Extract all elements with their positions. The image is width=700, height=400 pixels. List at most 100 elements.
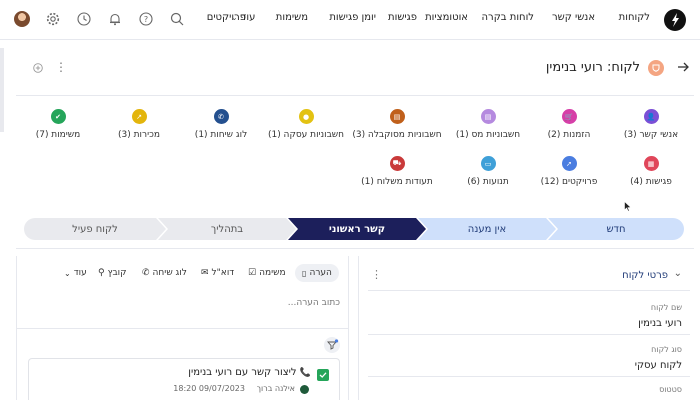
- stage-first-contact[interactable]: קשר ראשוני: [288, 218, 426, 240]
- help-icon[interactable]: ?: [139, 12, 153, 26]
- activity-item-title: ליצור קשר עם רועי בנימין 📞: [188, 367, 311, 378]
- mouse-cursor: [624, 201, 632, 212]
- mail-icon: ✉: [201, 268, 209, 278]
- tile-icon: ⛟: [389, 156, 405, 171]
- tile-icon: ✔: [50, 109, 66, 124]
- tile-label: חשבוניות מס (1): [455, 130, 521, 140]
- tile-label: פרויקטים (12): [540, 177, 598, 187]
- chevron-down-icon: ⌄: [64, 268, 71, 278]
- arrow-back-icon[interactable]: [676, 60, 690, 74]
- tile-label: חשבוניות עסקה (1): [267, 130, 345, 140]
- tile-icon: ▤: [480, 109, 496, 124]
- nav-dashboards[interactable]: לוחות בקרה: [482, 12, 534, 23]
- tile-icon: ▤: [389, 109, 405, 124]
- tile-icon: ➚: [561, 156, 577, 171]
- related-tile[interactable]: ● חשבוניות עסקה (1): [261, 109, 351, 140]
- tile-label: חשבוניות מסוקבלה (3): [352, 130, 442, 140]
- phone-icon: 📞: [299, 368, 311, 378]
- avatar[interactable]: [14, 11, 30, 27]
- tile-icon: ●: [298, 109, 314, 124]
- nav-meetings[interactable]: פגישות: [388, 12, 417, 23]
- field-label-type: סוג לקוח: [651, 345, 682, 354]
- search-icon[interactable]: [170, 12, 184, 26]
- record-header: לקוח: רועי בנימין ⋮: [16, 48, 694, 96]
- field-divider: [368, 334, 690, 335]
- tile-label: אנשי קשר (3): [623, 130, 679, 140]
- related-tile[interactable]: 👤 אנשי קשר (3): [606, 109, 696, 140]
- related-tile[interactable]: ✔ משימות (7): [13, 109, 103, 140]
- activity-author: אילנה ברוך: [256, 384, 295, 393]
- more-options-icon[interactable]: ⋮: [55, 60, 67, 74]
- task-checkbox[interactable]: [317, 369, 329, 381]
- customer-type-icon: [648, 60, 664, 76]
- related-tile[interactable]: ↗ מכירות (3): [94, 109, 184, 140]
- stage-in-progress[interactable]: בתהליך: [158, 218, 296, 240]
- field-divider: [368, 376, 690, 377]
- checkbox-icon: ☑: [248, 268, 257, 278]
- note-input[interactable]: [28, 294, 340, 312]
- related-tile[interactable]: ▭ תנועות (6): [443, 156, 533, 187]
- tile-icon: ▭: [480, 156, 496, 171]
- section-divider: [16, 248, 694, 249]
- tab-file[interactable]: ⚲ קובץ: [98, 264, 127, 282]
- stage-active-customer[interactable]: לקוח פעיל: [24, 218, 166, 240]
- field-value-name[interactable]: רועי בנימין: [638, 318, 682, 329]
- bell-icon[interactable]: [108, 12, 122, 26]
- tile-label: תנועות (6): [467, 177, 509, 187]
- tile-label: הזמנות (2): [547, 130, 591, 140]
- stage-new[interactable]: חדש: [548, 218, 684, 240]
- details-title: פרטי לקוח: [622, 270, 668, 281]
- activity-item[interactable]: ליצור קשר עם רועי בנימין 📞 אילנה ברוך 18…: [28, 358, 340, 400]
- nav-meetings-calendar[interactable]: יומן פגישות: [329, 12, 376, 23]
- tile-icon: ↗: [131, 109, 147, 124]
- gear-icon[interactable]: [46, 12, 60, 26]
- tile-label: לוג שיחות (1): [194, 130, 248, 140]
- tile-label: תעודות משלוח (1): [361, 177, 433, 187]
- tile-icon: ▦: [643, 156, 659, 171]
- related-tile[interactable]: ▦ פגישות (4): [606, 156, 696, 187]
- more-options-icon[interactable]: ⋮: [371, 268, 382, 281]
- filter-icon: [327, 339, 339, 350]
- related-tile[interactable]: 🛒 הזמנות (2): [524, 109, 614, 140]
- field-value-type[interactable]: לקוח עסקי: [635, 360, 682, 371]
- tile-label: פגישות (4): [630, 177, 672, 187]
- details-divider: [368, 290, 690, 291]
- bookmark-icon: ▯: [302, 268, 307, 278]
- page-title: לקוח: רועי בנימין: [545, 60, 640, 75]
- activity-panel-border: [348, 256, 349, 400]
- nav-customers[interactable]: לקוחות: [619, 12, 650, 23]
- nav-tasks[interactable]: משימות: [276, 12, 308, 23]
- tab-more[interactable]: ⌄ עוד: [64, 264, 87, 282]
- top-navigation-bar: לקוחות אנשי קשר לוחות בקרה אוטומציות פגי…: [0, 0, 700, 40]
- author-avatar: [300, 385, 309, 394]
- related-tile[interactable]: ⛟ תעודות משלוח (1): [352, 156, 442, 187]
- nav-more[interactable]: ⌄ עוד: [231, 12, 255, 23]
- details-panel-border: [358, 256, 359, 400]
- paperclip-icon: ⚲: [98, 268, 105, 278]
- nav-automations[interactable]: אוטומציות: [425, 12, 468, 23]
- svg-text:?: ?: [144, 15, 148, 24]
- tab-email[interactable]: ✉ דוא"ל: [201, 264, 234, 282]
- field-label-status: סטטוס: [659, 385, 682, 394]
- filter-button[interactable]: [324, 337, 340, 353]
- add-icon[interactable]: [33, 63, 43, 73]
- chevron-down-icon: ⌄: [231, 13, 238, 22]
- activity-time: 18:20 09/07/2023: [173, 384, 245, 393]
- nav-contacts[interactable]: אנשי קשר: [552, 12, 595, 23]
- tab-task[interactable]: ☑ משימה: [248, 264, 286, 282]
- left-scroll-strip: [0, 48, 4, 132]
- tile-label: מכירות (3): [118, 130, 160, 140]
- stage-no-answer[interactable]: אין מענה: [418, 218, 556, 240]
- activity-divider: [16, 328, 348, 329]
- chevron-down-icon[interactable]: ⌄: [674, 268, 682, 279]
- related-tile[interactable]: ➚ פרויקטים (12): [524, 156, 614, 187]
- related-tile[interactable]: ✆ לוג שיחות (1): [176, 109, 266, 140]
- app-logo[interactable]: [664, 9, 686, 31]
- related-tile[interactable]: ▤ חשבוניות מס (1): [443, 109, 533, 140]
- tile-label: משימות (7): [35, 130, 81, 140]
- tab-call-log[interactable]: ✆ לוג שיחה: [142, 264, 187, 282]
- tab-note[interactable]: ▯ הערה: [295, 264, 339, 282]
- related-tile[interactable]: ▤ חשבוניות מסוקבלה (3): [352, 109, 442, 140]
- field-label-name: שם לקוח: [650, 303, 682, 312]
- clock-icon[interactable]: [77, 12, 91, 26]
